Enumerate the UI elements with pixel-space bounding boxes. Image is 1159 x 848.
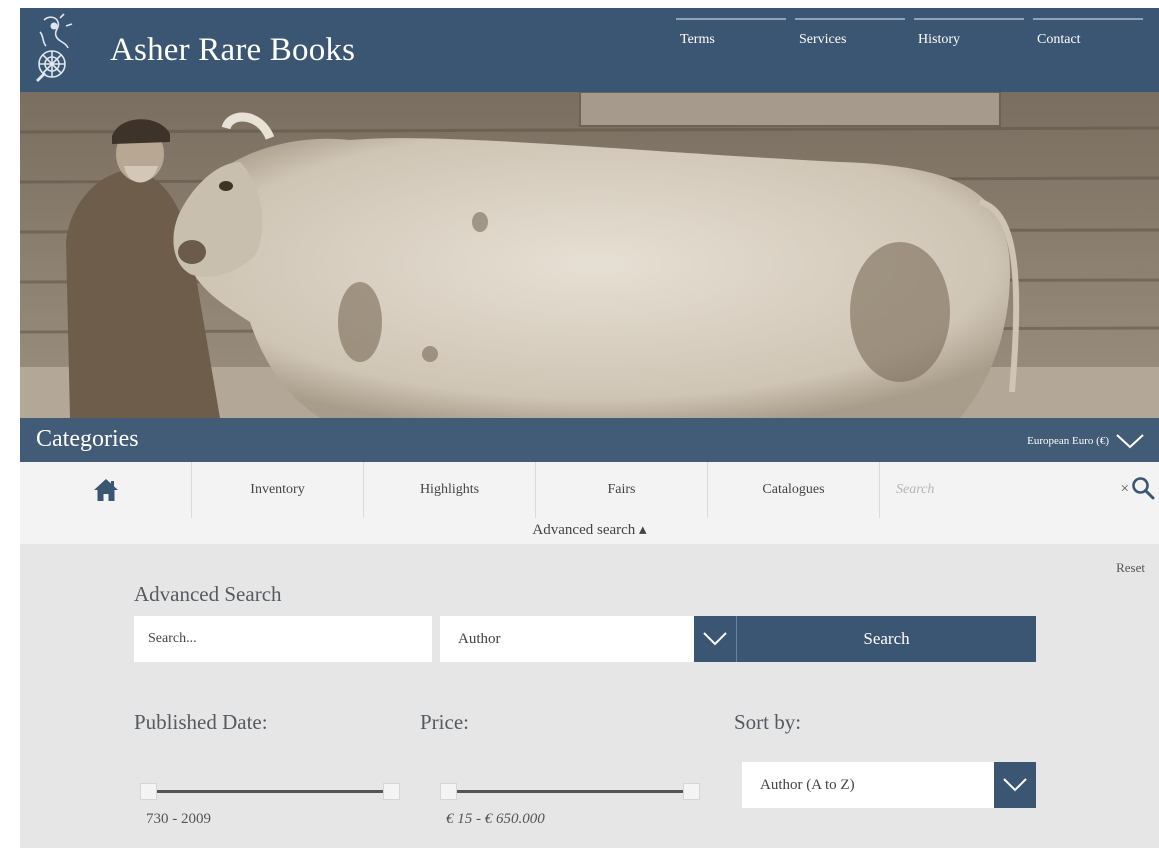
slider-min-handle[interactable]: [440, 783, 457, 800]
clear-icon[interactable]: ×: [1121, 481, 1129, 498]
slider-track: [448, 790, 692, 793]
brand-title[interactable]: Asher Rare Books: [110, 32, 355, 69]
price-label: Price:: [420, 710, 469, 734]
top-nav: Terms Services History Contact: [676, 18, 1152, 48]
published-date-value: 730 - 2009: [146, 811, 211, 827]
page-frame: Asher Rare Books Terms Services History …: [20, 8, 1159, 848]
nav-terms[interactable]: Terms: [676, 18, 786, 48]
sort-select-arrow[interactable]: [994, 762, 1036, 808]
sort-value: Author (A to Z): [760, 776, 855, 793]
chevron-down-icon: [1116, 434, 1144, 449]
advanced-search-toggle[interactable]: Advanced search ▴: [20, 518, 1159, 544]
nav-services[interactable]: Services: [795, 18, 905, 48]
search-field-value: Author: [458, 630, 501, 647]
quick-search: ×: [880, 462, 1159, 518]
categories-bar: Categories European Euro (€): [20, 418, 1159, 462]
published-date-slider[interactable]: [140, 782, 400, 802]
site-header: Asher Rare Books Terms Services History …: [20, 8, 1159, 92]
nav-fairs[interactable]: Fairs: [536, 462, 708, 518]
categories-title[interactable]: Categories: [36, 426, 139, 453]
slider-min-handle[interactable]: [140, 783, 157, 800]
hero-illustration: [20, 92, 1159, 418]
chevron-down-icon: [1003, 778, 1027, 792]
advanced-search-input[interactable]: [134, 616, 432, 662]
nav-history[interactable]: History: [914, 18, 1024, 48]
nav-inventory[interactable]: Inventory: [192, 462, 364, 518]
search-icon[interactable]: [1131, 476, 1155, 500]
hero-photo: [20, 92, 1159, 418]
printer-logo-icon[interactable]: [30, 12, 78, 88]
advanced-search-title: Advanced Search: [134, 582, 282, 606]
search-field-arrow[interactable]: [694, 616, 736, 662]
search-field-select[interactable]: Author: [440, 616, 736, 662]
search-button[interactable]: Search: [736, 616, 1036, 662]
quick-search-input[interactable]: [896, 475, 1076, 505]
currency-selector[interactable]: European Euro (€): [1027, 432, 1145, 450]
nav-highlights[interactable]: Highlights: [364, 462, 536, 518]
sort-by-label: Sort by:: [734, 710, 802, 734]
home-icon: [93, 479, 118, 501]
sub-nav: Inventory Highlights Fairs Catalogues ×: [20, 462, 1159, 518]
slider-max-handle[interactable]: [683, 783, 700, 800]
home-button[interactable]: [20, 462, 192, 518]
slider-track: [148, 790, 392, 793]
reset-link[interactable]: Reset: [1116, 560, 1145, 576]
price-slider[interactable]: [440, 782, 700, 802]
chevron-down-icon: [703, 632, 727, 646]
published-date-label: Published Date:: [134, 710, 268, 734]
sort-select[interactable]: Author (A to Z): [742, 762, 1036, 808]
nav-catalogues[interactable]: Catalogues: [708, 462, 880, 518]
nav-contact[interactable]: Contact: [1033, 18, 1143, 48]
price-value: € 15 - € 650.000: [446, 811, 545, 827]
currency-label: European Euro (€): [1027, 435, 1109, 447]
slider-max-handle[interactable]: [383, 783, 400, 800]
